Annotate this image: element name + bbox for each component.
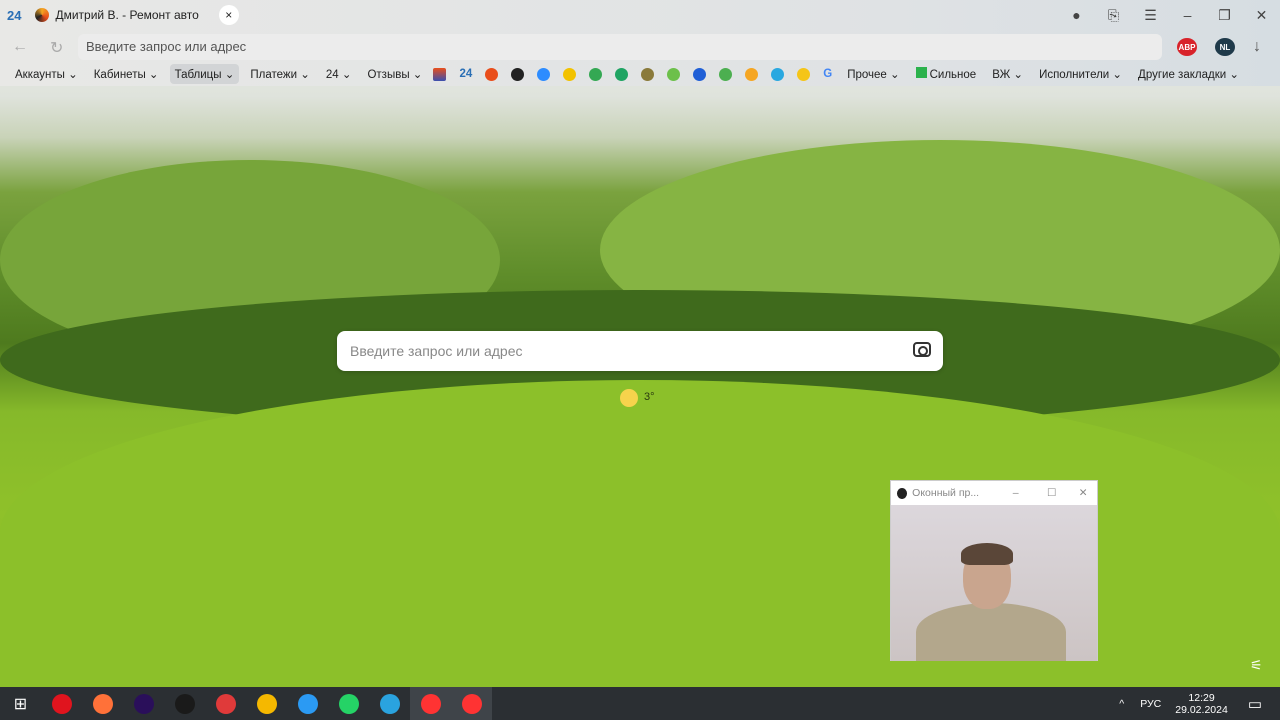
taskbar-app-icon[interactable]	[287, 687, 328, 720]
date: 29.02.2024	[1175, 703, 1228, 716]
site-favicon-icon	[35, 8, 50, 22]
adblock-icon[interactable]: ABP	[1177, 38, 1197, 56]
bookmark-icon[interactable]	[511, 67, 525, 81]
bookmark-24[interactable]: 24	[459, 68, 472, 80]
bookmark-icon[interactable]	[589, 67, 603, 81]
other-bookmarks[interactable]: Другие закладки ⌄	[1133, 64, 1244, 84]
bookmark-icon[interactable]	[797, 67, 811, 81]
tab-active[interactable]: Дмитрий В. - Ремонт авто	[35, 8, 199, 22]
bookmark-icon[interactable]	[641, 67, 655, 81]
weather-icon[interactable]	[620, 389, 638, 407]
bookmark-folder-payments[interactable]: Платежи ⌄	[245, 64, 314, 84]
main-search-input[interactable]: Введите запрос или адрес	[337, 331, 943, 371]
nl-extension-icon[interactable]: NL	[1215, 38, 1235, 56]
close-button[interactable]: ✕	[1243, 7, 1280, 24]
bookmark-icon[interactable]	[745, 67, 759, 81]
bookmark-folder-tables[interactable]: Таблицы ⌄	[169, 64, 240, 84]
bookmark-folder-reviews[interactable]: Отзывы ⌄	[362, 64, 427, 84]
bookmark-folder-vzh[interactable]: ВЖ ⌄	[987, 64, 1028, 84]
pip-window[interactable]: Оконный пр... – ☐ ✕	[890, 480, 1098, 661]
download-icon[interactable]: ↓	[1253, 38, 1261, 56]
taskbar-app-icon[interactable]	[410, 687, 451, 720]
taskbar-app-icon[interactable]	[451, 687, 492, 720]
bookmark-icon[interactable]	[667, 67, 681, 81]
tab-title: Дмитрий В. - Ремонт авто	[55, 8, 199, 22]
restore-button[interactable]: ❐	[1206, 7, 1243, 24]
bookmark-folder-accounts[interactable]: Аккаунты ⌄	[10, 64, 83, 84]
pip-close-button[interactable]: ✕	[1069, 487, 1097, 499]
taskbar-app-icon[interactable]	[369, 687, 410, 720]
webcam-video	[891, 505, 1097, 661]
bookmark-icon[interactable]	[563, 67, 577, 81]
taskbar-app-icon[interactable]	[205, 687, 246, 720]
minimize-button[interactable]: –	[1169, 7, 1206, 23]
browser-chrome: 24 Дмитрий В. - Ремонт авто × ● ⎘ ☰ – ❐ …	[0, 0, 1280, 86]
bookmark-icon[interactable]	[433, 67, 447, 81]
tab-close-button[interactable]: ×	[218, 5, 239, 25]
camera-search-icon[interactable]	[913, 342, 931, 357]
pip-title: Оконный пр...	[912, 487, 980, 499]
bookmark-label: Сильное	[929, 69, 977, 81]
bookmark-icon[interactable]	[615, 67, 629, 81]
bookmark-folder-cabinets[interactable]: Кабинеты ⌄	[89, 64, 164, 84]
bookmark-folder-24[interactable]: 24 ⌄	[321, 64, 357, 84]
bookmark-google[interactable]: G	[823, 68, 832, 80]
tab-counter[interactable]: 24	[7, 8, 21, 23]
bookmark-icon[interactable]	[485, 67, 499, 81]
bookmark-icon[interactable]	[719, 67, 733, 81]
taskbar-app-icon[interactable]	[164, 687, 205, 720]
pip-maximize-button[interactable]: ☐	[1034, 487, 1069, 499]
taskbar-app-icon[interactable]	[328, 687, 369, 720]
bookmark-icon[interactable]	[693, 67, 707, 81]
bookmarks-bar: Аккаунты ⌄ Кабинеты ⌄ Таблицы ⌄ Платежи …	[0, 63, 1140, 85]
bookmark-icon[interactable]	[771, 67, 785, 81]
taskbar-app-icon[interactable]	[123, 687, 164, 720]
time: 12:29	[1188, 691, 1215, 704]
taskbar-app-icon[interactable]	[82, 687, 123, 720]
bookmarks-icon[interactable]: ⎘	[1095, 7, 1132, 24]
bookmark-folder-other-misc[interactable]: Прочее ⌄	[842, 64, 904, 84]
profile-icon[interactable]: ●	[1058, 7, 1095, 23]
obs-icon	[897, 487, 908, 499]
weather-temp: 3°	[644, 391, 655, 403]
pip-minimize-button[interactable]: –	[997, 487, 1034, 499]
taskbar-app-icon[interactable]	[41, 687, 82, 720]
address-bar[interactable]: Введите запрос или адрес	[78, 34, 1162, 60]
back-icon[interactable]: ←	[12, 38, 28, 56]
start-button[interactable]: ⊞	[0, 687, 41, 720]
customize-icon[interactable]: ⚟	[1250, 657, 1263, 674]
clock[interactable]: 12:29 29.02.2024	[1175, 692, 1228, 716]
bookmark-strong[interactable]: Сильное	[911, 64, 982, 84]
reload-icon[interactable]: ↻	[50, 38, 63, 58]
menu-button[interactable]: ☰	[1132, 7, 1169, 24]
tray-chevron-icon[interactable]: ^	[1119, 698, 1124, 710]
search-placeholder: Введите запрос или адрес	[350, 343, 523, 359]
bookmark-icon[interactable]	[537, 67, 551, 81]
bookmark-folder-performers[interactable]: Исполнители ⌄	[1034, 64, 1127, 84]
notifications-icon[interactable]: ▭	[1248, 695, 1262, 713]
taskbar: ⊞ ^ РУС 12:29 29.02.2024 ▭	[0, 687, 1280, 720]
taskbar-app-icon[interactable]	[246, 687, 287, 720]
language-indicator[interactable]: РУС	[1140, 698, 1161, 710]
